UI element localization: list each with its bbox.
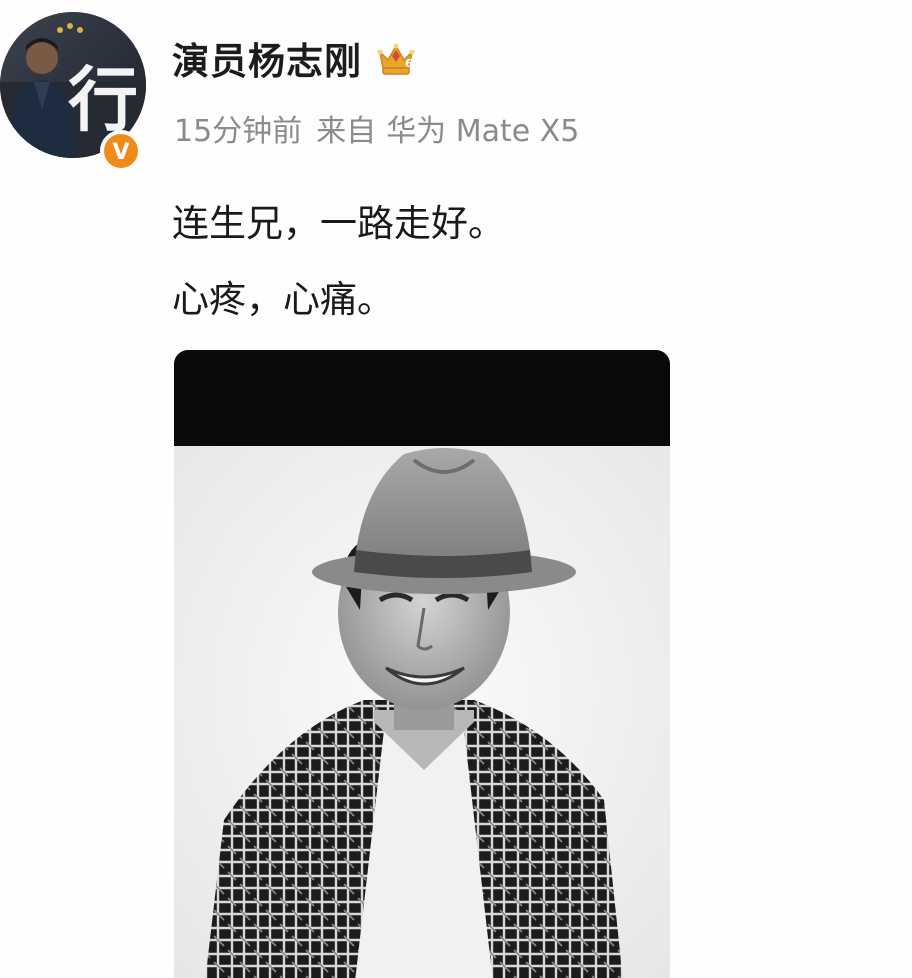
post-body: 连生兄，一路走好。 心疼，心痛。 [172, 186, 505, 338]
post-text-line: 连生兄，一路走好。 [172, 202, 505, 245]
post-source-prefix: 来自 [316, 114, 377, 149]
svg-text:V: V [112, 140, 129, 165]
author-avatar[interactable]: 行 V [0, 12, 150, 172]
weibo-post: 行 V 演员杨志刚 6 15分钟前 来自 华为 Mate X5 连生兄，一路走好… [0, 0, 912, 978]
avatar-calligraphy-glyph: 行 [68, 58, 138, 141]
svg-text:6: 6 [405, 57, 413, 70]
post-device[interactable]: 华为 Mate X5 [386, 114, 579, 149]
post-image[interactable] [174, 350, 670, 978]
post-time: 15分钟前 [174, 114, 303, 149]
portrait-photo [174, 350, 670, 978]
verified-v-icon: V [100, 130, 142, 172]
author-name[interactable]: 演员杨志刚 [172, 31, 362, 85]
author-header: 演员杨志刚 6 [172, 30, 418, 86]
post-text-line: 心疼，心痛。 [172, 278, 394, 321]
post-meta: 15分钟前 来自 华为 Mate X5 [174, 106, 579, 150]
crown-level-icon[interactable]: 6 [374, 36, 418, 80]
